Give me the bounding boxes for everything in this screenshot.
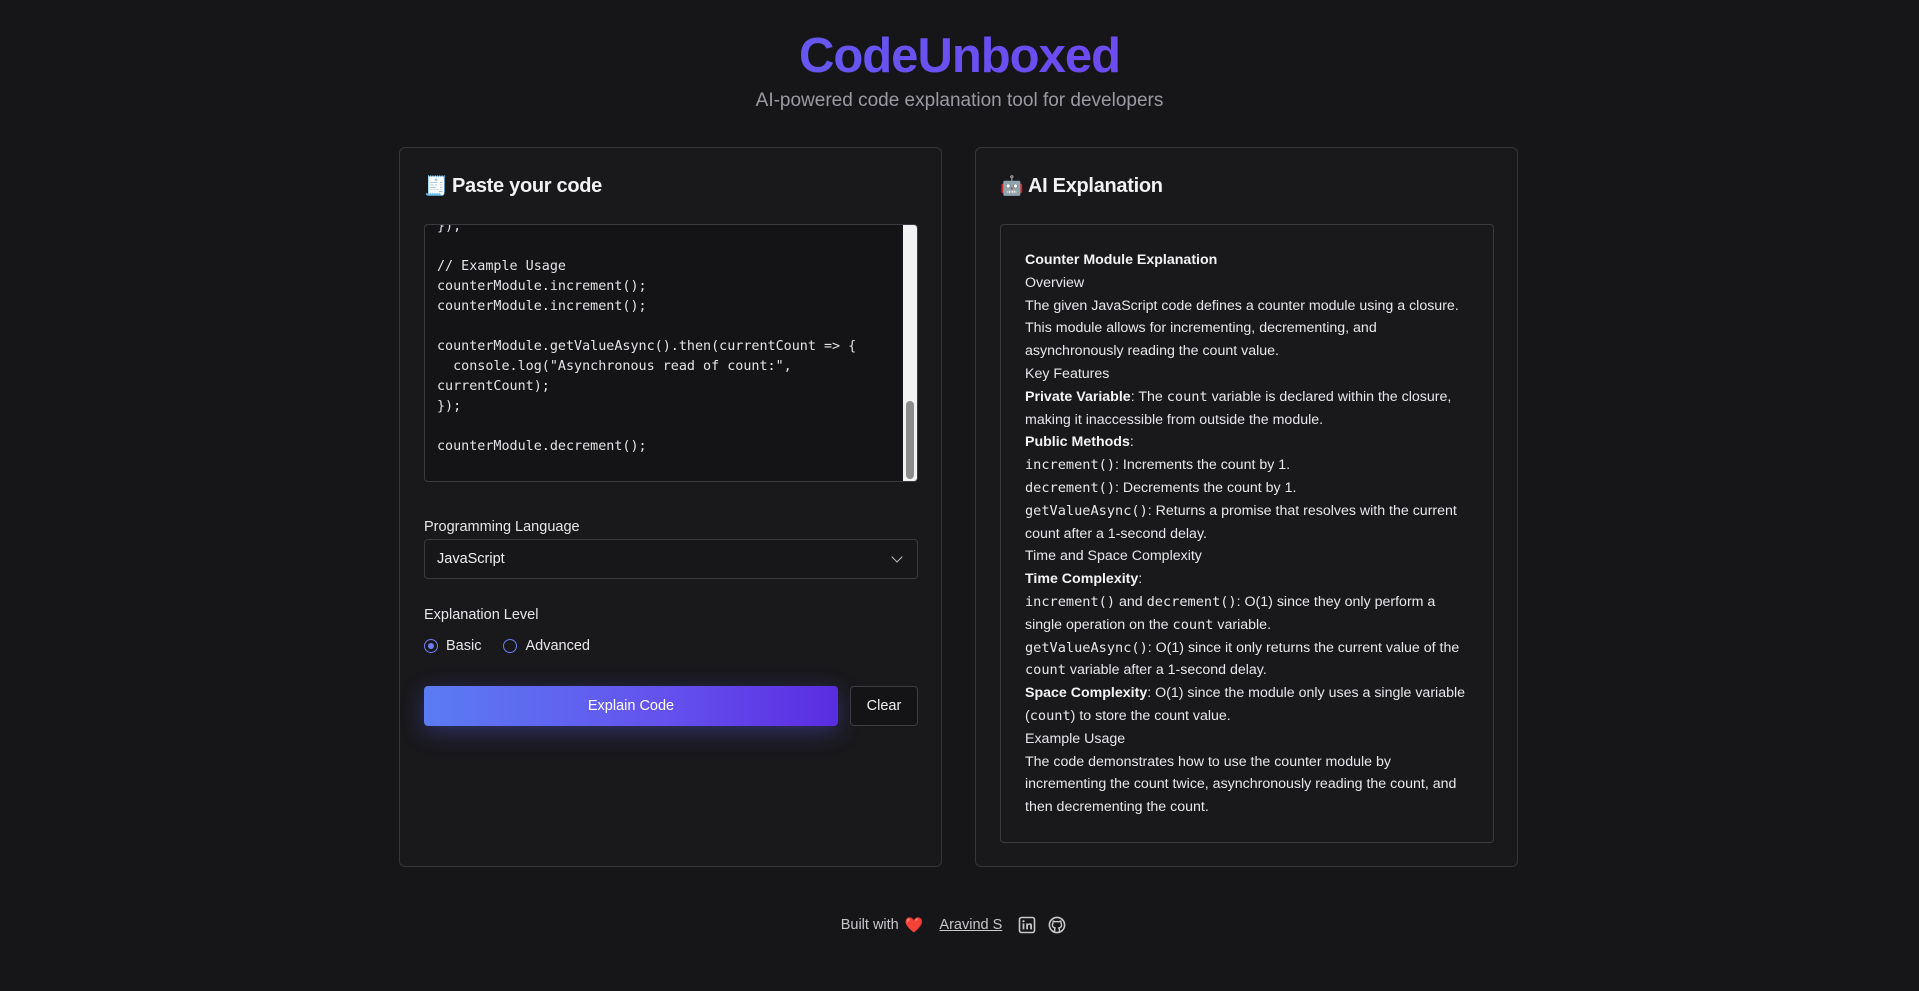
explanation-panel-title: 🤖 AI Explanation bbox=[1000, 174, 1163, 198]
explanation-output: Counter Module Explanation Overview The … bbox=[1000, 224, 1494, 843]
explanation-heading: Counter Module Explanation bbox=[1025, 252, 1218, 268]
time-complexity-item-1: increment() and decrement(): O(1) since … bbox=[1025, 593, 1436, 633]
code-panel-title-text: Paste your code bbox=[452, 174, 603, 197]
app-title: CodeUnboxed bbox=[0, 26, 1919, 86]
radio-advanced-indicator[interactable] bbox=[503, 639, 518, 653]
level-radio-group: Basic Advanced bbox=[424, 638, 612, 654]
footer: Built with ❤️ Aravind S bbox=[0, 916, 1919, 934]
robot-icon: 🤖 bbox=[1000, 176, 1024, 197]
overview-label: Overview bbox=[1025, 274, 1085, 291]
language-label: Programming Language bbox=[424, 519, 580, 535]
public-methods-label: Public Methods: bbox=[1025, 434, 1134, 451]
time-complexity-label: Time Complexity: bbox=[1025, 571, 1143, 588]
heart-icon: ❤️ bbox=[904, 917, 924, 934]
example-usage-label: Example Usage bbox=[1025, 730, 1126, 747]
linkedin-icon[interactable] bbox=[1018, 916, 1036, 934]
code-textarea[interactable]: }); // Example Usage counterModule.incre… bbox=[424, 224, 918, 482]
private-variable-item: Private Variable: The count variable is … bbox=[1025, 388, 1452, 428]
radio-basic-label: Basic bbox=[446, 638, 482, 654]
overview-text: The given JavaScript code defines a coun… bbox=[1025, 297, 1459, 360]
language-select[interactable]: JavaScript bbox=[424, 539, 918, 579]
level-radio-basic[interactable]: Basic bbox=[424, 638, 481, 654]
github-icon[interactable] bbox=[1048, 916, 1066, 934]
method-getvalueasync-item: getValueAsync(): Returns a promise that … bbox=[1025, 502, 1457, 542]
method-decrement-item: decrement(): Decrements the count by 1. bbox=[1025, 479, 1297, 496]
explain-code-button[interactable]: Explain Code bbox=[424, 686, 838, 726]
level-label: Explanation Level bbox=[424, 607, 539, 623]
language-select-value: JavaScript bbox=[437, 551, 505, 567]
code-input-panel: 🧾 Paste your code }); // Example Usage c… bbox=[399, 147, 942, 867]
explanation-panel: 🤖 AI Explanation Counter Module Explanat… bbox=[975, 147, 1518, 867]
space-complexity-item: Space Complexity: O(1) since the module … bbox=[1025, 685, 1466, 724]
method-increment-item: increment(): Increments the count by 1. bbox=[1025, 457, 1291, 474]
app-subtitle: AI-powered code explanation tool for dev… bbox=[755, 90, 1164, 111]
key-features-label: Key Features bbox=[1025, 365, 1110, 382]
clear-button[interactable]: Clear bbox=[850, 686, 918, 726]
header: CodeUnboxed AI-powered code explanation … bbox=[0, 26, 1919, 112]
time-complexity-item-2: getValueAsync(): O(1) since it only retu… bbox=[1025, 639, 1460, 679]
radio-basic-indicator[interactable] bbox=[424, 639, 438, 653]
receipt-icon: 🧾 bbox=[424, 176, 448, 197]
code-scrollbar-thumb[interactable] bbox=[906, 401, 914, 479]
code-scrollbar[interactable] bbox=[903, 225, 917, 481]
level-radio-advanced[interactable]: Advanced bbox=[503, 638, 590, 654]
chevron-down-icon bbox=[891, 551, 903, 563]
complexity-label: Time and Space Complexity bbox=[1025, 548, 1202, 565]
built-with-text: Built with bbox=[840, 917, 899, 933]
radio-advanced-label: Advanced bbox=[525, 638, 590, 654]
example-usage-text: The code demonstrates how to use the cou… bbox=[1025, 753, 1457, 816]
code-content[interactable]: }); // Example Usage counterModule.incre… bbox=[437, 225, 856, 457]
author-link[interactable]: Aravind S bbox=[939, 917, 1002, 933]
explanation-panel-title-text: AI Explanation bbox=[1028, 174, 1163, 197]
app-page: CodeUnboxed AI-powered code explanation … bbox=[0, 0, 1919, 991]
code-panel-title: 🧾 Paste your code bbox=[424, 174, 602, 198]
